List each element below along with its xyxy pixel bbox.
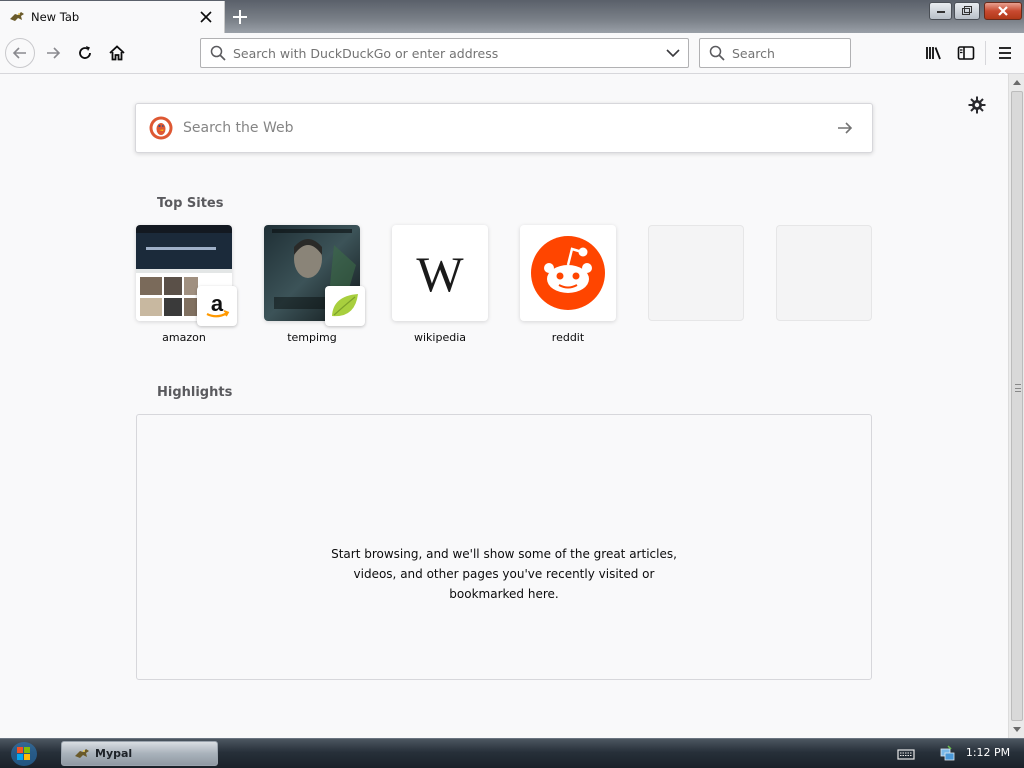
windows-start-icon[interactable] <box>6 740 42 768</box>
taskbar-clock[interactable]: 1:12 PM <box>962 746 1014 759</box>
mypal-app-icon <box>75 748 89 758</box>
sidebar-toggle-icon[interactable] <box>951 38 981 68</box>
library-icon[interactable] <box>919 38 949 68</box>
top-site-tile-wikipedia[interactable]: W <box>392 225 488 321</box>
highlights-message-line: videos, and other pages you've recently … <box>353 567 655 581</box>
tab-new-tab[interactable]: New Tab <box>0 1 225 33</box>
top-site-tile-empty[interactable] <box>648 225 744 321</box>
top-site-label: wikipedia <box>413 331 466 344</box>
svg-text:a: a <box>211 291 224 316</box>
hamburger-menu-icon[interactable] <box>990 38 1020 68</box>
amazon-logo-icon: a <box>197 286 237 326</box>
svg-text:W: W <box>416 246 464 302</box>
search-icon <box>708 44 726 62</box>
close-tab-icon[interactable] <box>194 5 218 29</box>
mypal-favicon-icon <box>10 12 24 21</box>
highlights-message-line: bookmarked here. <box>449 587 559 601</box>
taskbar-app-label: Mypal <box>95 747 133 760</box>
back-arrow-icon[interactable] <box>5 38 35 68</box>
wikipedia-logo-icon: W <box>416 246 464 302</box>
scrollbar-grip-icon <box>1015 384 1021 392</box>
taskbar: Mypal 1:12 PM <box>0 738 1024 768</box>
title-bar: New Tab <box>0 0 1024 33</box>
top-site-tile-empty[interactable] <box>776 225 872 321</box>
new-tab-plus-icon[interactable] <box>227 4 253 30</box>
leaf-icon <box>325 286 365 326</box>
tab-title: New Tab <box>31 10 80 24</box>
top-site-label: tempimg <box>287 331 337 344</box>
reload-icon[interactable] <box>70 38 100 68</box>
close-window-button[interactable] <box>984 2 1022 20</box>
search-icon <box>209 44 227 62</box>
forward-arrow-icon[interactable] <box>38 38 68 68</box>
home-icon[interactable] <box>102 38 132 68</box>
top-site-label: amazon <box>162 331 206 344</box>
url-bar[interactable] <box>200 38 689 68</box>
restore-window-button[interactable] <box>954 2 980 20</box>
minimize-window-button[interactable] <box>929 2 952 20</box>
duckduckgo-logo-icon <box>149 116 173 140</box>
top-site-tile-tempimg[interactable] <box>264 225 365 326</box>
web-search-box[interactable] <box>135 103 873 153</box>
top-sites-heading: Top Sites <box>157 196 224 211</box>
url-input[interactable] <box>233 45 660 61</box>
top-site-tile-reddit[interactable] <box>520 225 616 321</box>
web-search-input[interactable] <box>183 120 830 136</box>
network-icon[interactable] <box>939 745 957 763</box>
arrow-right-icon[interactable] <box>830 113 860 143</box>
toolbar-separator <box>985 41 986 65</box>
scrollbar-thumb[interactable] <box>1011 91 1023 721</box>
highlights-empty-state: Start browsing, and we'll show some of t… <box>136 414 872 680</box>
search-input[interactable] <box>732 45 842 61</box>
navigation-toolbar <box>0 33 1024 74</box>
reddit-logo-icon <box>531 236 605 310</box>
vertical-scrollbar[interactable] <box>1008 74 1024 738</box>
highlights-heading: Highlights <box>157 385 233 400</box>
scroll-down-arrow-icon[interactable] <box>1009 722 1024 738</box>
top-site-label: reddit <box>551 331 585 344</box>
keyboard-icon[interactable] <box>897 748 915 760</box>
scroll-up-arrow-icon[interactable] <box>1009 74 1024 90</box>
highlights-message: Start browsing, and we'll show some of t… <box>137 544 871 604</box>
taskbar-app-mypal[interactable]: Mypal <box>61 741 218 766</box>
new-tab-page: Top Sites a amazon <box>0 74 1008 738</box>
search-bar[interactable] <box>699 38 851 68</box>
top-site-tile-amazon[interactable]: a <box>136 225 237 326</box>
gear-icon[interactable] <box>965 93 989 117</box>
chevron-down-icon[interactable] <box>660 40 686 66</box>
highlights-message-line: Start browsing, and we'll show some of t… <box>331 547 677 561</box>
